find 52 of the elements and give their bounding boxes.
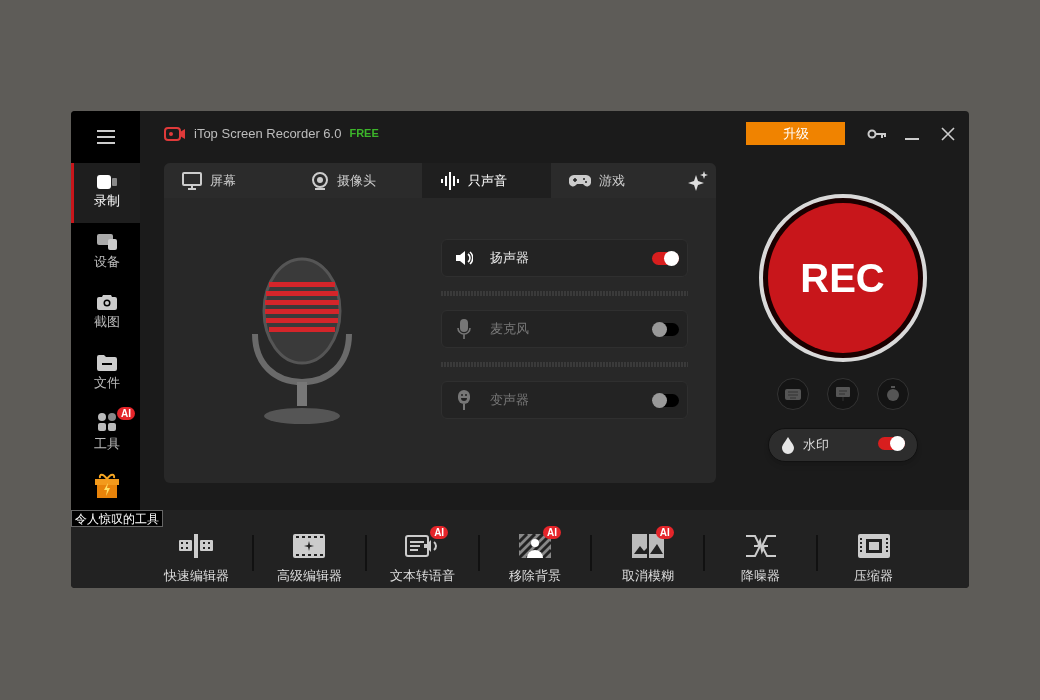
source-label: 变声器 [490, 391, 530, 410]
tool-button[interactable]: 快速编辑器 [141, 527, 252, 588]
audio-icon [440, 170, 460, 191]
tool-button[interactable]: 压缩器 [818, 527, 929, 588]
tooltip: 令人惊叹的工具 [71, 510, 163, 527]
board-button[interactable] [826, 378, 859, 410]
webcam-icon [311, 171, 329, 190]
toggle-switch[interactable] [652, 251, 679, 265]
sidebar-item[interactable]: 录制 [71, 163, 140, 223]
camera-logo-icon [164, 125, 186, 142]
audio-source-row[interactable]: 扬声器 [441, 239, 688, 277]
edition-label: FREE [349, 126, 379, 142]
camera-icon [97, 294, 117, 311]
sidebar-item[interactable]: 工具 AI [71, 403, 140, 463]
gamepad-icon [569, 173, 591, 188]
sparkle-icon[interactable] [688, 170, 708, 191]
speaker-icon [454, 250, 474, 266]
sidebar-item[interactable]: 截图 [71, 283, 140, 343]
ai-badge: AI [543, 526, 561, 539]
record-icon [97, 175, 117, 190]
watermark-label: 水印 [802, 436, 830, 455]
tab[interactable]: 游戏 [551, 163, 680, 198]
key-icon[interactable] [867, 128, 887, 139]
device-icon [97, 234, 117, 251]
timer-icon [885, 386, 900, 402]
watermark-control[interactable]: 水印 [767, 428, 918, 462]
source-label: 麦克风 [490, 320, 530, 339]
tool-button[interactable]: AI 移除背景 [479, 527, 591, 588]
ai-badge: AI [117, 407, 135, 420]
toggle-switch[interactable] [877, 437, 905, 450]
window-title: iTop Screen Recorder 6.0 [194, 124, 342, 143]
sidebar-item[interactable]: 文件 [71, 343, 140, 403]
source-label: 扬声器 [490, 249, 530, 268]
keyboard-button[interactable] [776, 378, 809, 410]
drop-icon [780, 436, 795, 454]
tool-button[interactable]: 降噪器 [705, 527, 817, 588]
sidebar-item[interactable]: 设备 [71, 223, 140, 283]
mic-icon [454, 319, 474, 339]
close-icon[interactable] [941, 126, 955, 141]
tool-button[interactable]: AI 文本转语音 [366, 527, 478, 588]
ai-badge: AI [430, 526, 449, 539]
tool-button[interactable]: AI 取消模糊 [592, 527, 704, 588]
monitor-icon [182, 171, 202, 190]
gift-icon [94, 471, 120, 499]
keyboard-icon [784, 388, 801, 400]
timer-button[interactable] [876, 378, 909, 410]
record-button[interactable]: REC [758, 194, 927, 362]
tool-button[interactable]: 高级编辑器 [253, 527, 365, 588]
tab[interactable]: 屏幕 [164, 163, 293, 198]
ai-badge: AI [655, 526, 674, 539]
folder-icon [97, 353, 117, 371]
tab[interactable]: 摄像头 [293, 163, 422, 198]
